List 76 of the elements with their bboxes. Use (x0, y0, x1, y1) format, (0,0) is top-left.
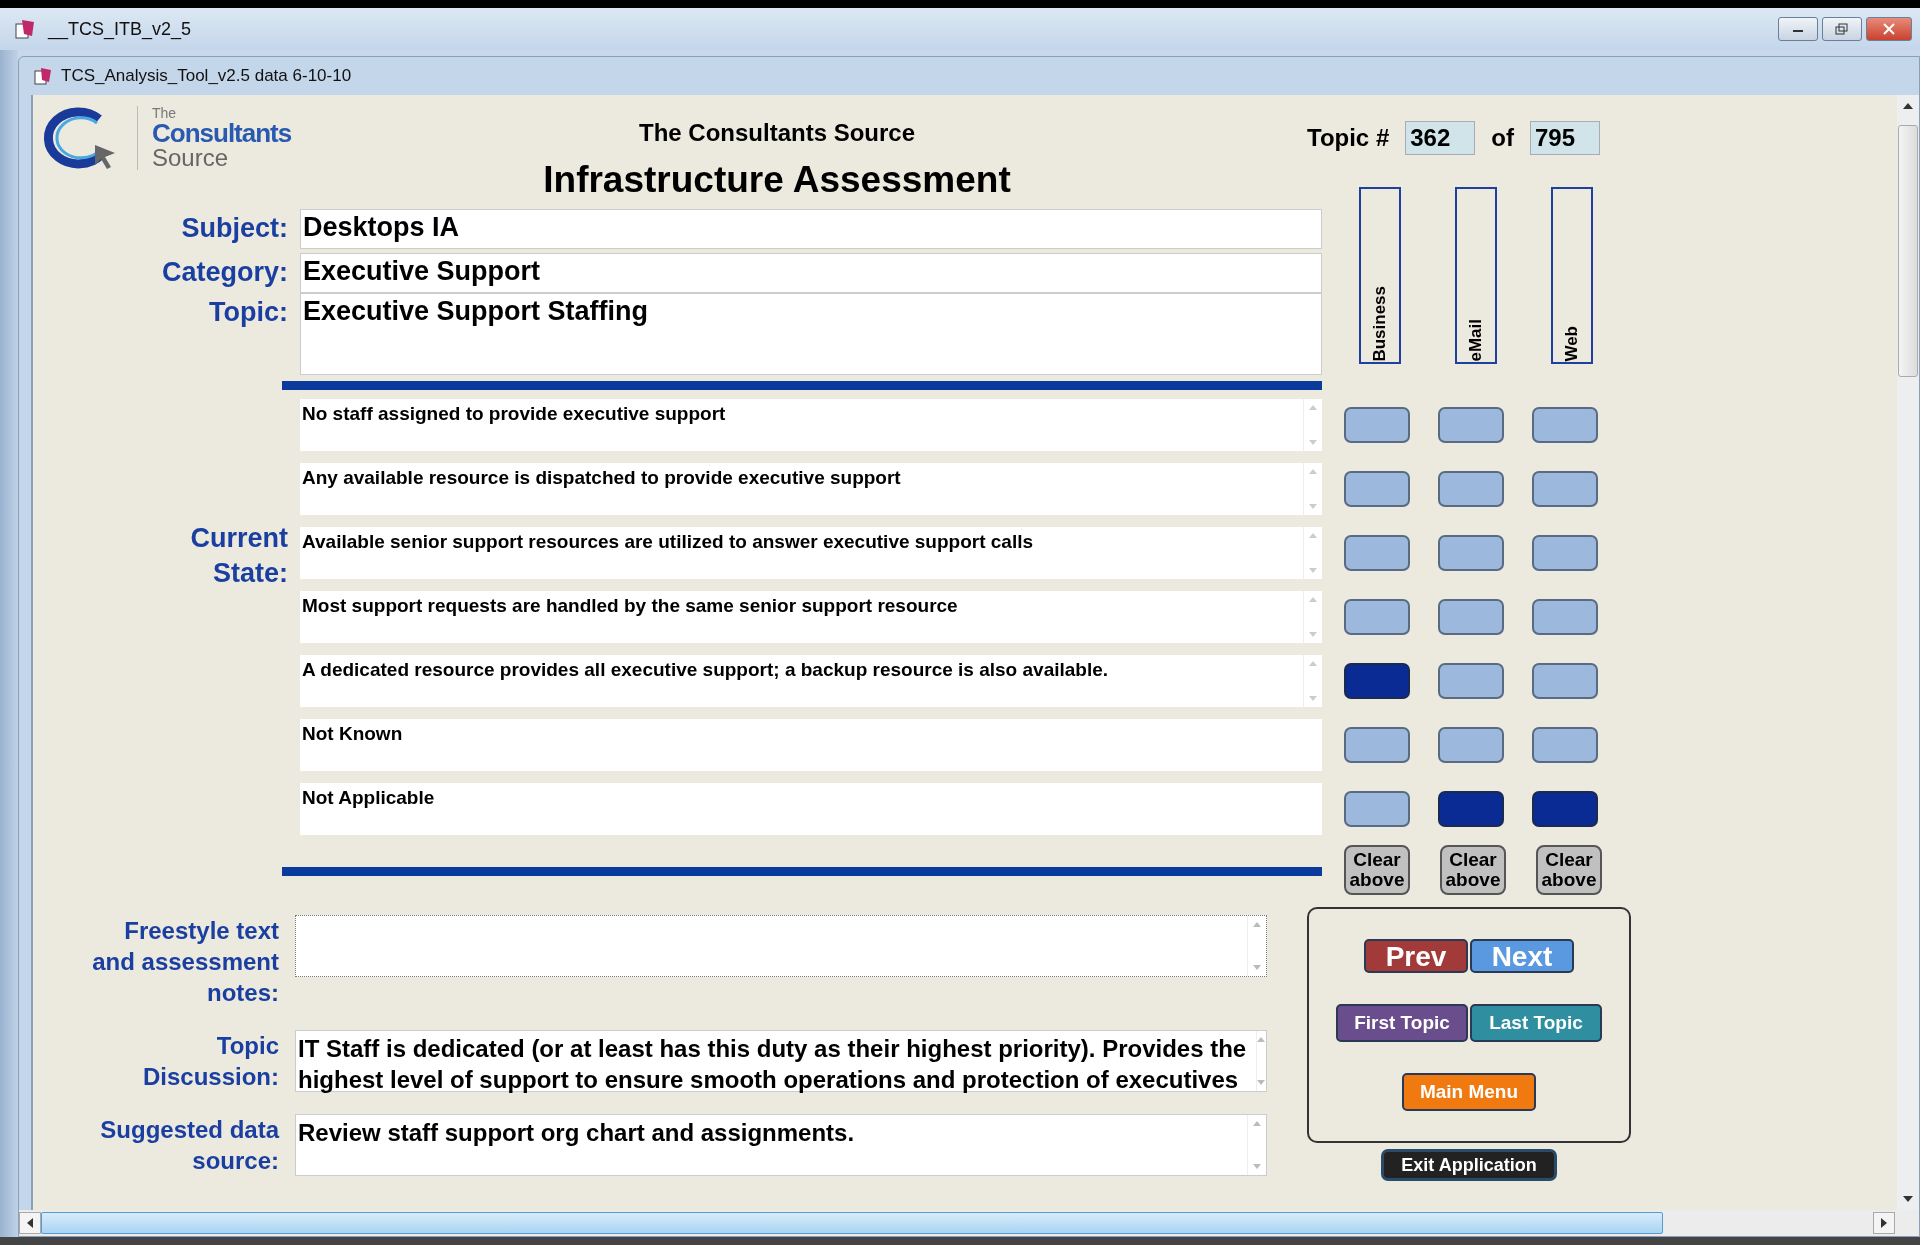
choice-button[interactable] (1438, 535, 1504, 571)
choice-button[interactable] (1438, 471, 1504, 507)
choice-button[interactable] (1344, 535, 1410, 571)
form-window-title: TCS_Analysis_Tool_v2.5 data 6-10-10 (61, 66, 352, 86)
total-topics-field[interactable]: 795 (1529, 121, 1600, 155)
choice-button[interactable] (1344, 663, 1410, 699)
choice-button[interactable] (1344, 791, 1410, 827)
field-value[interactable]: Executive Support (300, 253, 1322, 293)
notes-label: Suggested data source: (99, 1115, 279, 1176)
field-label: Subject: (180, 212, 288, 245)
choice-button[interactable] (1344, 471, 1410, 507)
choice-button[interactable] (1344, 727, 1410, 763)
logo-text: Source (152, 146, 230, 170)
choice-button[interactable] (1532, 599, 1598, 635)
option-text: A dedicated resource provides all executive support; a backup resource is also available. (301, 658, 1110, 682)
choice-button[interactable] (1344, 599, 1410, 635)
notes-label: Freestyle text and assessment notes: (91, 916, 279, 1008)
nav-button[interactable]: Prev (1364, 938, 1468, 973)
horizontal-scrollbar[interactable] (19, 1210, 1919, 1236)
option-text: Not Known (301, 722, 404, 746)
field-value[interactable]: Desktops IA (300, 209, 1322, 249)
column-header: Business (1359, 187, 1401, 364)
form-heading: Infrastructure Assessment (543, 159, 1011, 201)
restore-button[interactable] (1822, 17, 1862, 41)
scroll-down-icon[interactable] (1903, 1196, 1913, 1202)
clear-button[interactable]: Clear above (1440, 845, 1506, 895)
scroll-right-icon (1881, 1218, 1887, 1228)
close-icon (1882, 23, 1896, 35)
choice-button[interactable] (1532, 791, 1598, 827)
clear-button[interactable]: Clear above (1344, 845, 1410, 895)
field-label: Topic: (208, 296, 288, 329)
choice-button[interactable] (1532, 727, 1598, 763)
app-window-title: __TCS_ITB_v2_5 (48, 18, 192, 40)
option-text: Available senior support resources are utilized to answer executive support calls (301, 530, 1035, 554)
clear-button[interactable]: Clear above (1536, 845, 1602, 895)
nav-button[interactable]: Last Topic (1470, 1004, 1602, 1042)
scroll-left-icon (27, 1218, 33, 1228)
notes-label: Topic Discussion: (141, 1031, 279, 1092)
scroll-left-button[interactable] (19, 1212, 41, 1234)
current-topic-field[interactable]: 362 (1405, 121, 1476, 155)
form-icon (33, 66, 53, 86)
nav-button[interactable]: First Topic (1336, 1004, 1468, 1042)
exit-button[interactable]: Exit Application (1381, 1149, 1557, 1181)
field-label: Category: (160, 256, 288, 289)
choice-button[interactable] (1438, 599, 1504, 635)
column-header: eMail (1455, 187, 1497, 364)
option-text: Any available resource is dispatched to provide executive support (301, 466, 902, 490)
vertical-scrollbar[interactable] (1897, 95, 1919, 1210)
column-header: Web (1551, 187, 1593, 364)
minimize-button[interactable] (1778, 17, 1818, 41)
choice-button[interactable] (1438, 663, 1504, 699)
option-text: Most support requests are handled by the same senior support resource (301, 594, 959, 618)
choice-button[interactable] (1532, 663, 1598, 699)
organization-name: The Consultants Source (638, 119, 915, 147)
choice-button[interactable] (1532, 471, 1598, 507)
logo-text: The (152, 106, 178, 120)
choice-button[interactable] (1532, 535, 1598, 571)
choice-button[interactable] (1532, 407, 1598, 443)
topic-number-label: Topic # (1307, 124, 1390, 152)
choice-button[interactable] (1344, 407, 1410, 443)
app-icon (14, 18, 36, 40)
option-text: No staff assigned to provide executive support (301, 402, 727, 426)
restore-icon (1835, 23, 1849, 35)
close-button[interactable] (1866, 17, 1912, 41)
scroll-thumb[interactable] (1898, 125, 1918, 377)
current-state-label: Current State: (189, 522, 288, 590)
scroll-thumb[interactable] (41, 1212, 1663, 1234)
scroll-right-button[interactable] (1873, 1212, 1895, 1234)
scroll-up-icon[interactable] (1903, 103, 1913, 109)
logo-text: Consultants (152, 120, 292, 146)
choice-button[interactable] (1438, 791, 1504, 827)
of-label: of (1491, 124, 1514, 152)
choice-button[interactable] (1438, 407, 1504, 443)
choice-button[interactable] (1438, 727, 1504, 763)
option-text: Not Applicable (301, 786, 436, 810)
field-value[interactable]: Executive Support Staffing (300, 293, 1322, 375)
